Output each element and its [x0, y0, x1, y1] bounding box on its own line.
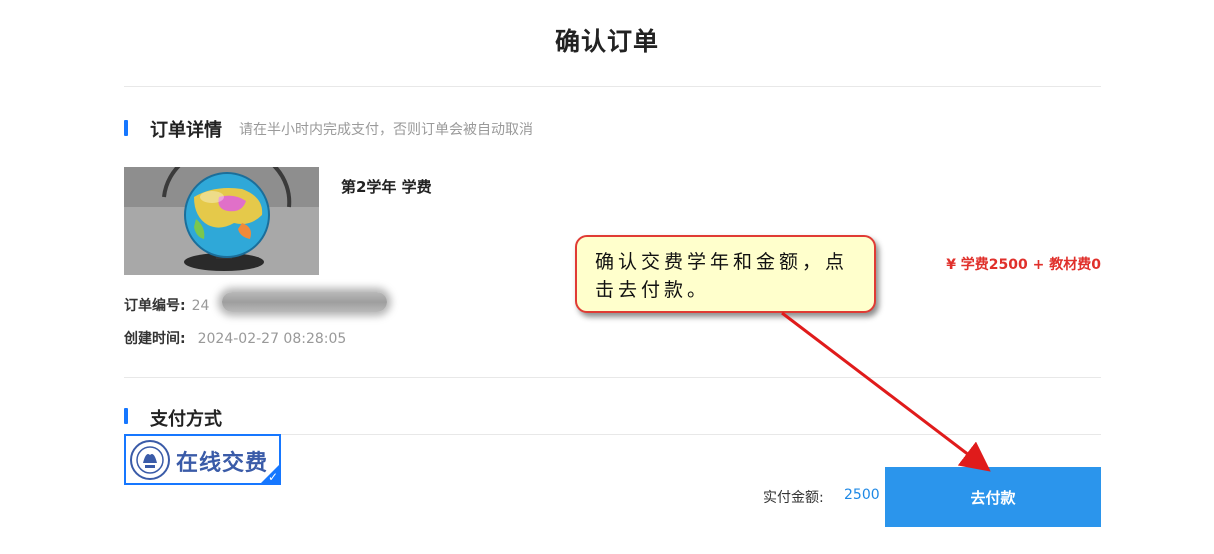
payment-option-label: 在线交费: [176, 451, 269, 476]
globe-icon: [124, 167, 319, 275]
university-seal-icon: [130, 440, 170, 480]
check-icon: ✓: [267, 470, 278, 484]
callout-text: 确认交费学年和金额，点击去付款。: [595, 251, 849, 301]
price-breakdown: ¥ 学费2500 + 教材费0: [946, 257, 1101, 273]
created-time-row: 创建时间: 2024-02-27 08:28:05: [124, 328, 346, 348]
redaction-mark: [222, 292, 387, 312]
section-divider: [124, 377, 1101, 378]
section-marker: [124, 408, 128, 424]
section-marker: [124, 120, 128, 136]
order-number-row: 订单编号: 24: [124, 295, 209, 315]
page-title: 确认订单: [554, 27, 659, 56]
amount-label: 实付金额:: [763, 490, 824, 506]
product-name: 第2学年 学费: [341, 178, 432, 196]
order-number-label: 订单编号:: [124, 298, 186, 314]
payment-option-online[interactable]: 在线交费 ✓: [124, 434, 281, 485]
instruction-callout: 确认交费学年和金额，点击去付款。: [575, 235, 876, 313]
order-number-value: 24: [191, 298, 210, 314]
created-time-label: 创建时间:: [124, 331, 186, 347]
order-details-title: 订单详情: [150, 120, 222, 141]
payment-method-title: 支付方式: [150, 409, 222, 430]
product-image: [124, 167, 319, 275]
header-divider: [124, 86, 1101, 87]
created-time-value: 2024-02-27 08:28:05: [197, 331, 347, 347]
amount-value: 2500: [844, 487, 880, 503]
pay-button[interactable]: 去付款: [885, 467, 1101, 527]
order-timeout-hint: 请在半小时内完成支付，否则订单会被自动取消: [239, 122, 533, 138]
